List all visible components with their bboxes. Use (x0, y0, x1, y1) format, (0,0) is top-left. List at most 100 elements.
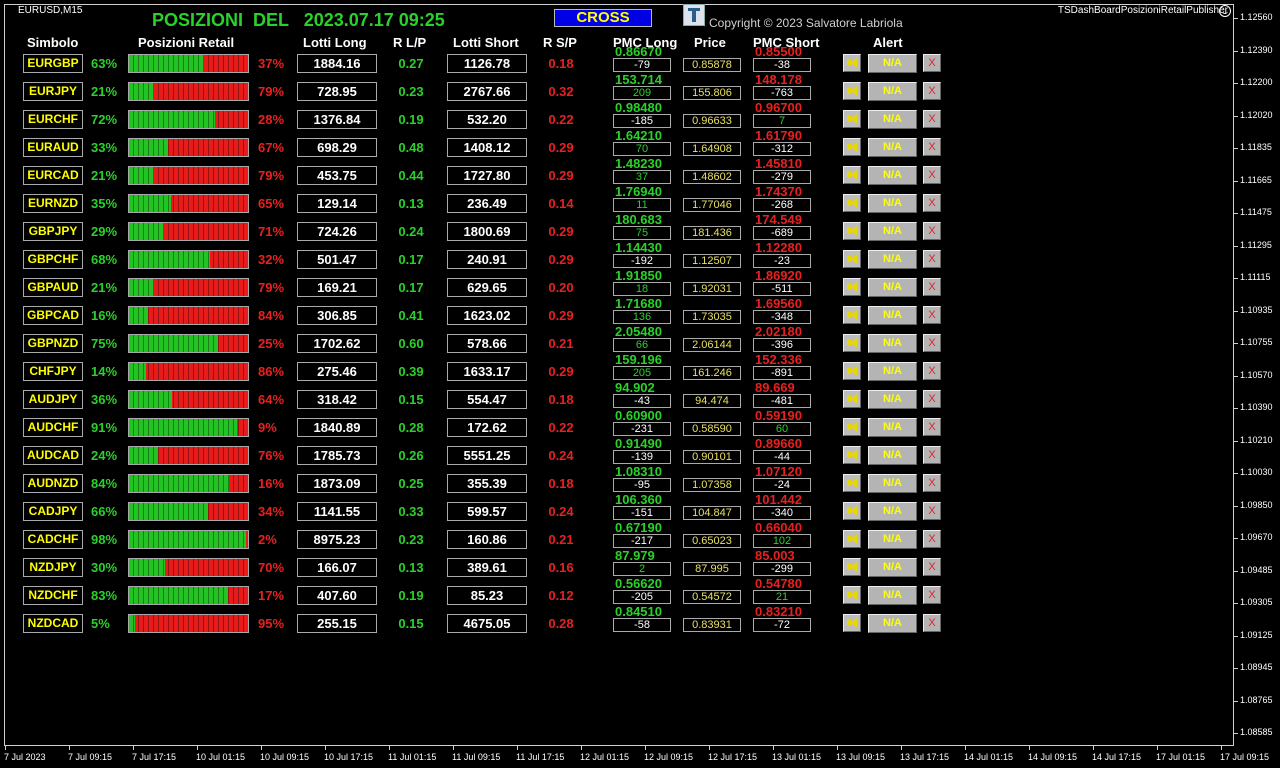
alert-button[interactable]: N/A (868, 558, 917, 577)
alert-bell-icon[interactable] (843, 54, 861, 72)
pmc-short-value: 152.336 (755, 352, 802, 367)
alert-button[interactable]: N/A (868, 614, 917, 633)
pmc-short-value: 0.59190 (755, 408, 802, 423)
close-icon[interactable]: X (923, 586, 941, 604)
symbol-button[interactable]: GBPCAD (23, 306, 83, 325)
symbol-button[interactable]: AUDNZD (23, 474, 83, 493)
close-icon[interactable]: X (923, 558, 941, 576)
symbol-button[interactable]: NZDCAD (23, 614, 83, 633)
alert-button[interactable]: N/A (868, 446, 917, 465)
time-axis-tick (69, 746, 70, 750)
close-icon[interactable]: X (923, 390, 941, 408)
alert-button[interactable]: N/A (868, 474, 917, 493)
close-icon[interactable]: X (923, 222, 941, 240)
close-icon[interactable]: X (923, 614, 941, 632)
alert-bell-icon[interactable] (843, 586, 861, 604)
symbol-button[interactable]: AUDJPY (23, 390, 83, 409)
close-icon[interactable]: X (923, 278, 941, 296)
symbol-button[interactable]: NZDJPY (23, 558, 83, 577)
alert-bell-icon[interactable] (843, 250, 861, 268)
alert-button[interactable]: N/A (868, 222, 917, 241)
close-icon[interactable]: X (923, 138, 941, 156)
symbol-button[interactable]: EURNZD (23, 194, 83, 213)
symbol-button[interactable]: CADJPY (23, 502, 83, 521)
alert-button[interactable]: N/A (868, 250, 917, 269)
alert-button[interactable]: N/A (868, 306, 917, 325)
symbol-button[interactable]: EURJPY (23, 82, 83, 101)
symbol-button[interactable]: GBPCHF (23, 250, 83, 269)
close-icon[interactable]: X (923, 334, 941, 352)
close-icon[interactable]: X (923, 110, 941, 128)
alert-bell-icon[interactable] (843, 446, 861, 464)
smiley-icon[interactable] (1219, 5, 1231, 17)
symbol-button[interactable]: EURCHF (23, 110, 83, 129)
alert-button[interactable]: N/A (868, 390, 917, 409)
alert-bell-icon[interactable] (843, 278, 861, 296)
alert-bell-icon[interactable] (843, 334, 861, 352)
symbol-button[interactable]: AUDCHF (23, 418, 83, 437)
alert-button[interactable]: N/A (868, 278, 917, 297)
pmc-long-diff: 2 (613, 562, 671, 576)
close-icon[interactable]: X (923, 82, 941, 100)
alert-bell-icon[interactable] (843, 194, 861, 212)
retail-position-bar (128, 82, 249, 101)
close-icon[interactable]: X (923, 54, 941, 72)
alert-bell-icon[interactable] (843, 306, 861, 324)
close-icon[interactable]: X (923, 250, 941, 268)
alert-bell-icon[interactable] (843, 166, 861, 184)
close-icon[interactable]: X (923, 502, 941, 520)
symbol-button[interactable]: EURAUD (23, 138, 83, 157)
alert-button[interactable]: N/A (868, 82, 917, 101)
alert-button[interactable]: N/A (868, 194, 917, 213)
alert-button[interactable]: N/A (868, 138, 917, 157)
close-icon[interactable]: X (923, 362, 941, 380)
lotti-long-value: 1702.62 (297, 334, 377, 353)
alert-button[interactable]: N/A (868, 166, 917, 185)
alert-bell-icon[interactable] (843, 110, 861, 128)
close-icon[interactable]: X (923, 194, 941, 212)
symbol-button[interactable]: CADCHF (23, 530, 83, 549)
alert-bell-icon[interactable] (843, 502, 861, 520)
symbol-button[interactable]: GBPJPY (23, 222, 83, 241)
alert-bell-icon[interactable] (843, 138, 861, 156)
r-lp-value: 0.23 (398, 532, 424, 547)
alert-bell-icon[interactable] (843, 558, 861, 576)
alert-bell-icon[interactable] (843, 418, 861, 436)
price-axis-label: 1.08945 (1240, 662, 1273, 672)
alert-button[interactable]: N/A (868, 110, 917, 129)
alert-button[interactable]: N/A (868, 54, 917, 73)
symbol-button[interactable]: GBPAUD (23, 278, 83, 297)
header-price: Price (694, 35, 726, 50)
symbol-button[interactable]: AUDCAD (23, 446, 83, 465)
close-icon[interactable]: X (923, 166, 941, 184)
alert-bell-icon[interactable] (843, 82, 861, 100)
alert-button[interactable]: N/A (868, 334, 917, 353)
alert-bell-icon[interactable] (843, 222, 861, 240)
alert-bell-icon[interactable] (843, 390, 861, 408)
symbol-button[interactable]: NZDCHF (23, 586, 83, 605)
close-icon[interactable]: X (923, 306, 941, 324)
symbol-button[interactable]: EURGBP (23, 54, 83, 73)
symbol-button[interactable]: CHFJPY (23, 362, 83, 381)
symbol-button[interactable]: GBPNZD (23, 334, 83, 353)
lotti-short-value: 355.39 (447, 474, 527, 493)
alert-bell-icon[interactable] (843, 530, 861, 548)
alert-button[interactable]: N/A (868, 530, 917, 549)
alert-bell-icon[interactable] (843, 614, 861, 632)
r-sp-value: 0.29 (548, 168, 574, 183)
alert-button[interactable]: N/A (868, 362, 917, 381)
current-price: 161.246 (683, 366, 741, 380)
close-icon[interactable]: X (923, 418, 941, 436)
close-icon[interactable]: X (923, 446, 941, 464)
cross-button[interactable]: CROSS (554, 9, 652, 27)
table-row: GBPJPY 29% 71% 724.26 0.24 1800.69 0.29 180.683… (0, 213, 960, 250)
alert-button[interactable]: N/A (868, 502, 917, 521)
alert-bell-icon[interactable] (843, 362, 861, 380)
alert-bell-icon[interactable] (843, 474, 861, 492)
table-row: EURGBP 63% 37% 1884.16 0.27 1126.78 0.18 0.8667… (0, 45, 960, 82)
alert-button[interactable]: N/A (868, 418, 917, 437)
close-icon[interactable]: X (923, 530, 941, 548)
close-icon[interactable]: X (923, 474, 941, 492)
alert-button[interactable]: N/A (868, 586, 917, 605)
symbol-button[interactable]: EURCAD (23, 166, 83, 185)
